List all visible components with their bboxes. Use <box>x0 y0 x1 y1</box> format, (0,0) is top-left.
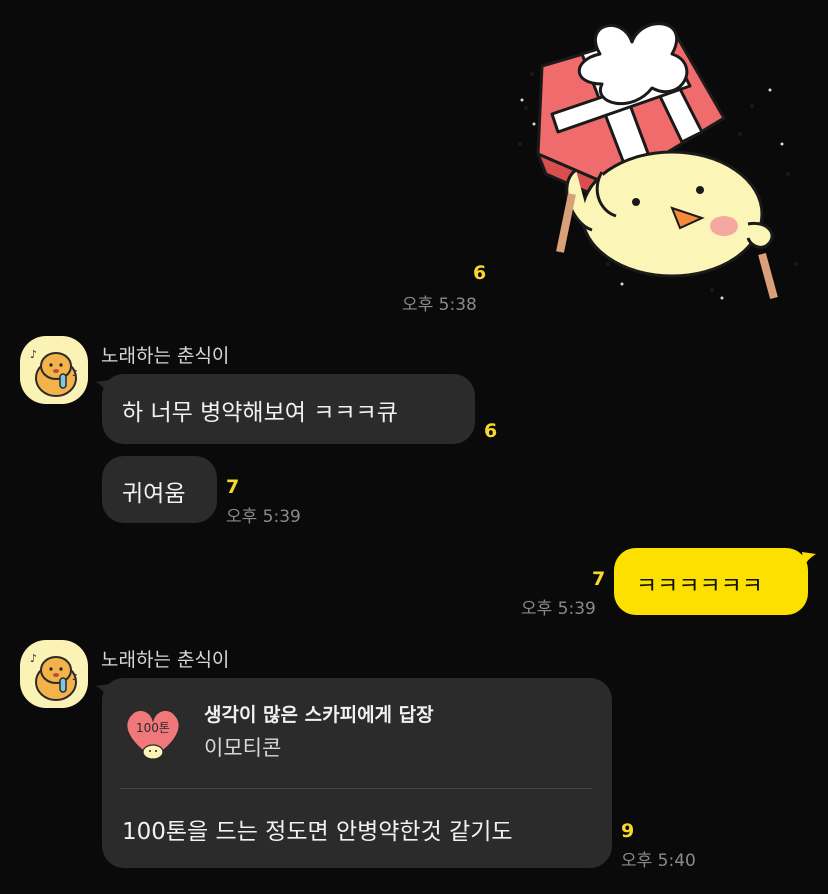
unread-count: 7 <box>592 568 606 590</box>
sender-name: 노래하는 춘식이 <box>101 649 230 671</box>
message-text: 하 너무 병약해보여 ㅋㅋㅋ큐 <box>122 400 398 426</box>
message-text: 귀여움 <box>122 481 186 507</box>
singing-chunsik-avatar-icon: ♪ ♪ <box>30 348 78 397</box>
bubble-tail <box>802 552 816 568</box>
svg-text:♪: ♪ <box>30 652 37 665</box>
avatar[interactable]: ♪ ♪ <box>20 336 88 404</box>
chick-with-gift-sticker[interactable] <box>512 14 808 306</box>
avatar[interactable]: ♪ ♪ <box>20 640 88 708</box>
timestamp: 오후 5:38 <box>402 295 477 315</box>
reply-divider <box>120 788 592 789</box>
reply-thumbnail: 100톤 <box>120 700 186 766</box>
timestamp: 오후 5:39 <box>226 507 301 527</box>
timestamp: 오후 5:39 <box>521 599 596 619</box>
timestamp: 오후 5:40 <box>621 851 696 871</box>
message-bubble[interactable]: 하 너무 병약해보여 ㅋㅋㅋ큐 <box>102 374 475 444</box>
svg-text:♪: ♪ <box>72 369 78 379</box>
sender-name: 노래하는 춘식이 <box>101 345 230 367</box>
svg-text:♪: ♪ <box>30 348 37 361</box>
thumb-text: 100톤 <box>136 721 170 735</box>
heart-100-emoticon-icon: 100톤 <box>125 709 181 760</box>
message-bubble[interactable]: 귀여움 <box>102 456 217 523</box>
reply-message-bubble[interactable]: 100톤 생각이 많은 스카피에게 답장 이모티콘 100톤을 드는 정도면 안… <box>102 678 612 868</box>
singing-chunsik-avatar-icon: ♪ ♪ <box>30 652 78 701</box>
message-text: ㅋㅋㅋㅋㅋㅋ <box>636 573 763 599</box>
unread-count: 6 <box>473 262 487 284</box>
reply-subtitle: 이모티콘 <box>204 736 282 760</box>
svg-text:♪: ♪ <box>72 673 78 683</box>
my-message-bubble[interactable]: ㅋㅋㅋㅋㅋㅋ <box>614 548 808 615</box>
reply-title: 생각이 많은 스카피에게 답장 <box>204 704 434 726</box>
unread-count: 9 <box>621 820 635 842</box>
unread-count: 7 <box>226 476 240 498</box>
message-text: 100톤을 드는 정도면 안병약한것 같기도 <box>122 819 513 845</box>
unread-count: 6 <box>484 420 498 442</box>
